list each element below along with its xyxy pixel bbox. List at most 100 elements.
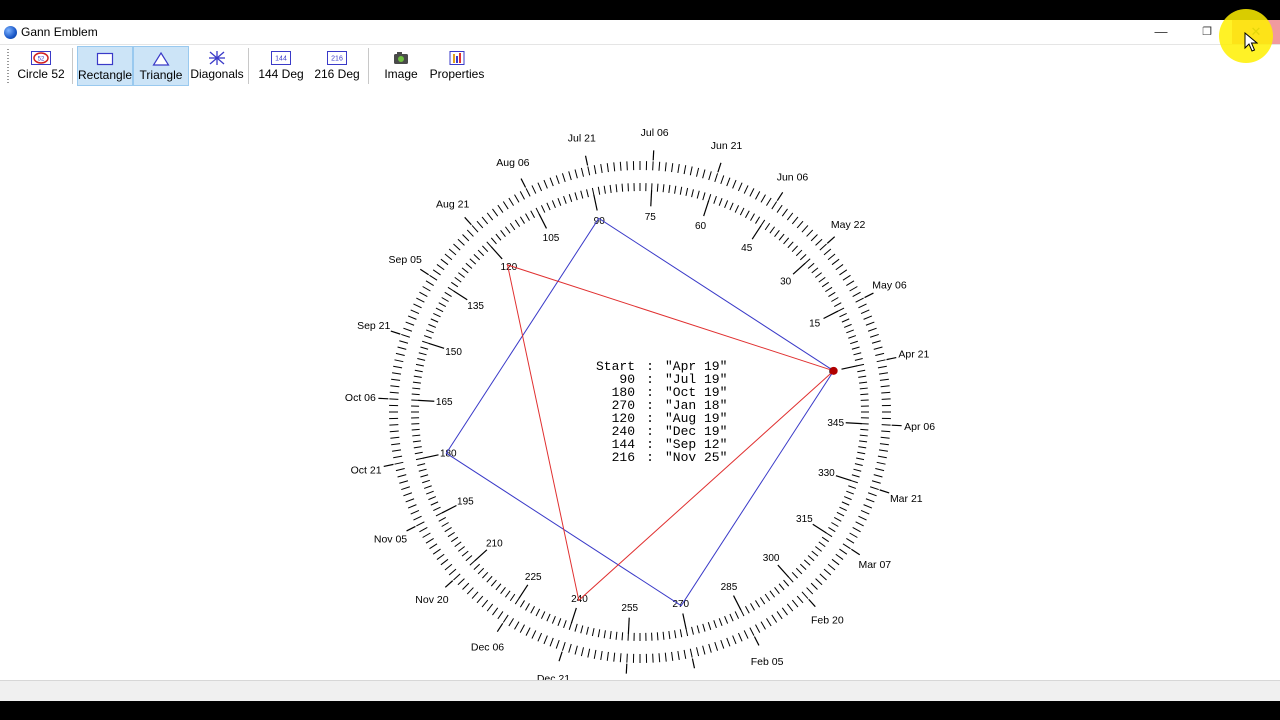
outer-ring-tick (873, 474, 883, 478)
toolbar-grip[interactable] (7, 49, 9, 83)
degree-major-tick (682, 613, 687, 630)
date-major-tick (851, 548, 861, 556)
inner-ring-tick (774, 587, 780, 594)
inner-ring-tick (787, 575, 794, 583)
inner-ring-tick (755, 600, 761, 608)
outer-ring-tick (846, 280, 855, 286)
outer-ring-tick (696, 167, 700, 177)
outer-ring-tick (689, 648, 693, 658)
outer-ring-tick (852, 291, 861, 297)
date-label: Aug 21 (436, 198, 469, 210)
inner-ring-tick (500, 230, 506, 237)
inner-ring-tick (858, 446, 867, 449)
outer-ring-tick (419, 527, 428, 533)
inner-ring-tick (414, 369, 423, 373)
diagonals-button[interactable]: Diagonals (190, 46, 244, 86)
inner-ring-tick (504, 226, 511, 234)
inner-ring-tick (702, 623, 706, 632)
date-label: Feb 05 (751, 656, 784, 668)
inner-ring-tick (850, 340, 858, 345)
title-bar: Gann Emblem — ❐ ✕ (0, 20, 1280, 44)
triangle-label: Triangle (139, 68, 183, 82)
degree-major-tick (703, 200, 710, 217)
degree-label: 105 (543, 233, 560, 244)
outer-ring-tick (771, 201, 778, 210)
degree-label: 150 (445, 347, 462, 358)
outer-ring-tick (766, 618, 772, 627)
outer-ring-tick (432, 269, 441, 276)
inner-ring-tick (734, 611, 740, 619)
degree-major-tick (441, 504, 457, 514)
inner-ring-tick (444, 527, 452, 533)
inner-ring-tick (839, 312, 847, 318)
image-button[interactable]: Image (378, 46, 424, 86)
minimize-button[interactable]: — (1138, 20, 1184, 44)
inner-ring-tick (707, 194, 712, 202)
inner-ring-tick (580, 190, 584, 199)
inner-ring-tick (563, 620, 567, 629)
degree-major-tick (570, 607, 577, 624)
inner-ring-tick (857, 369, 866, 373)
inner-ring-tick (426, 329, 434, 334)
inner-ring-tick (685, 628, 689, 637)
outer-ring-tick (425, 280, 434, 286)
inner-ring-tick (441, 297, 449, 302)
date-label: Jun 21 (711, 140, 743, 152)
inner-ring-tick (458, 272, 465, 278)
date-label: Feb 20 (811, 615, 844, 627)
inner-ring-tick (504, 590, 511, 598)
degree-major-tick (474, 549, 488, 561)
outer-ring-tick (749, 627, 755, 636)
inner-ring-tick (450, 536, 459, 543)
inner-ring-tick (586, 626, 589, 635)
outer-ring-tick (448, 568, 457, 576)
inner-ring-tick (729, 613, 734, 622)
inner-ring-tick (778, 583, 785, 591)
144-deg-button[interactable]: 144 144 Deg (255, 46, 307, 86)
outer-ring-tick (860, 309, 870, 315)
216-deg-button[interactable]: 216 216 Deg (310, 46, 364, 86)
inner-ring-tick (843, 323, 852, 328)
outer-ring-tick (525, 188, 531, 197)
outer-ring-tick (658, 653, 661, 663)
inner-ring-tick (444, 291, 452, 297)
rectangle-button[interactable]: Rectangle (77, 46, 133, 86)
outer-ring-tick (568, 643, 572, 653)
outer-ring-tick (875, 352, 885, 356)
outer-ring-tick (619, 161, 622, 171)
outer-ring-tick (531, 630, 537, 639)
outer-ring-tick (508, 618, 514, 627)
inner-ring-tick (540, 205, 546, 213)
degree-major-tick (777, 564, 789, 578)
emblem-canvas[interactable]: 0153045607590105120135150165180195210225… (0, 87, 1280, 698)
dates-info-panel: Start: "Apr 19" 90: "Jul 19" 180: "Oct 19" 270… (583, 360, 727, 464)
date-major-tick (496, 623, 504, 633)
inner-ring-tick (500, 587, 506, 594)
svg-text:216: 216 (331, 56, 343, 63)
outer-ring-tick (416, 297, 425, 303)
degree-label: 30 (780, 276, 792, 287)
degree-label: 135 (467, 301, 484, 312)
inner-ring-tick (435, 307, 444, 313)
outer-ring-tick (720, 639, 725, 649)
inner-ring-tick (458, 546, 465, 552)
inner-ring-tick (473, 563, 481, 570)
outer-ring-tick (587, 648, 591, 658)
date-major-tick (776, 191, 784, 201)
outer-ring-tick (606, 651, 609, 661)
circle-52-button[interactable]: 52 Circle 52 (15, 46, 67, 86)
outer-ring-tick (827, 563, 836, 571)
inner-ring-tick (696, 625, 700, 634)
inner-ring-tick (850, 479, 858, 484)
outer-ring-tick (574, 169, 578, 179)
inner-ring-tick (745, 210, 750, 219)
degree-major-tick (845, 422, 862, 425)
properties-button[interactable]: Properties (428, 46, 486, 86)
outer-ring-tick (865, 321, 875, 326)
outer-ring-tick (823, 568, 832, 576)
triangle-button[interactable]: Triangle (133, 46, 189, 86)
outer-ring-tick (555, 175, 560, 185)
outer-ring-tick (791, 599, 799, 608)
date-major-tick (691, 658, 696, 669)
outer-ring-tick (749, 188, 755, 197)
